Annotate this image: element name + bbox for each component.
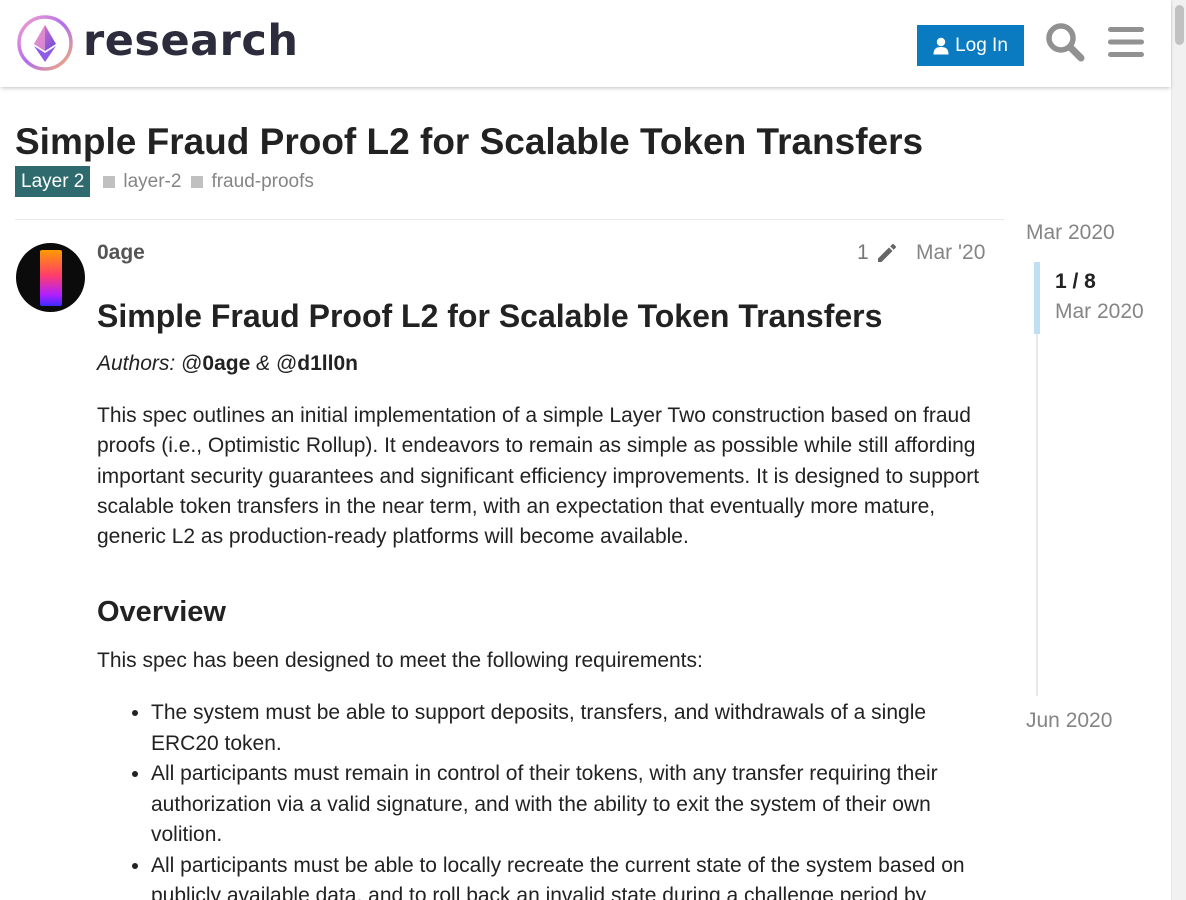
post-heading: Simple Fraud Proof L2 for Scalable Token… [97,298,883,334]
login-label: Log In [955,34,1008,56]
timeline-position-date: Mar 2020 [1055,300,1144,323]
post-content: Simple Fraud Proof L2 for Scalable Token… [97,296,992,900]
topic-divider [15,219,1004,220]
authors-label: Authors: [97,352,176,375]
authors-separator: & [256,352,271,375]
mention-d1ll0n[interactable]: @d1ll0n [276,352,358,375]
logo-text: research [83,16,299,66]
requirements-list: The system must be able to support depos… [97,698,992,900]
ethereum-logo-icon [17,15,73,71]
post-edit-history[interactable]: 1 [857,241,899,265]
mention-0age[interactable]: @0age [181,352,250,375]
avatar-image [40,250,62,306]
tag-fraud-proofs[interactable]: fraud-proofs [191,170,314,193]
tag-square-icon [191,175,204,188]
scrollbar-thumb[interactable] [1175,5,1184,45]
search-icon[interactable] [1043,20,1087,64]
tag-label: fraud-proofs [211,170,314,192]
timeline-position: 1 / 8 [1055,270,1096,293]
intro-paragraph: This spec outlines an initial implementa… [97,404,980,549]
category-badge[interactable]: Layer 2 [15,166,91,197]
list-item: All participants must be able to locally… [151,851,992,900]
post-authors: Authors: @0age & @d1ll0n [97,349,992,379]
post-date[interactable]: Mar '20 [916,241,985,265]
avatar[interactable] [16,243,85,312]
tag-layer-2[interactable]: layer-2 [103,171,181,193]
overview-heading: Overview [97,596,226,629]
list-item: The system must be able to support depos… [151,698,992,758]
page-scrollbar[interactable] [1171,0,1186,900]
tag-label: layer-2 [123,170,182,192]
timeline-start-date[interactable]: Mar 2020 [1026,221,1115,245]
timeline-handle[interactable] [1034,262,1040,334]
topic-tags: Layer 2 layer-2 fraud-proofs [15,166,314,197]
site-header: research Log In [0,0,1171,87]
post-username[interactable]: 0age [97,241,145,265]
list-item: All participants must remain in control … [151,759,992,850]
pencil-icon [877,244,896,262]
login-button[interactable]: Log In [917,25,1024,66]
overview-paragraph: This spec has been designed to meet the … [97,649,703,673]
timeline-end-date[interactable]: Jun 2020 [1026,709,1112,733]
tag-square-icon [103,175,116,188]
edit-count: 1 [857,241,869,264]
user-icon [933,37,949,54]
hamburger-menu-icon[interactable] [1104,20,1148,64]
topic-title[interactable]: Simple Fraud Proof L2 for Scalable Token… [15,121,923,163]
site-logo[interactable]: research [16,14,298,72]
